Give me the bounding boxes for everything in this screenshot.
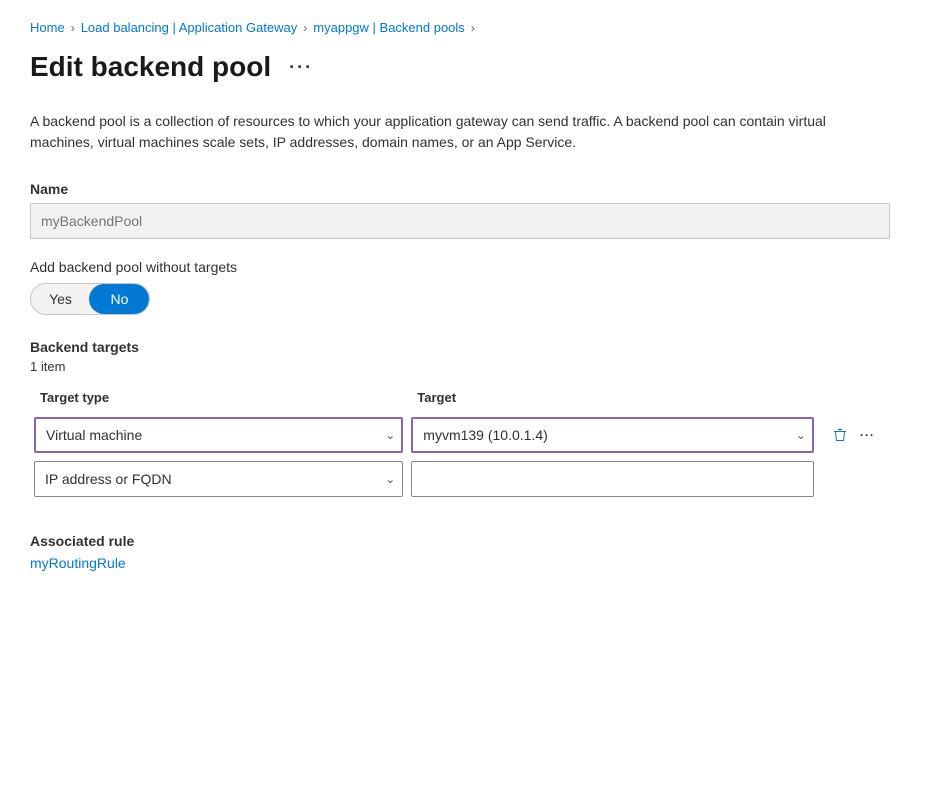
breadcrumb-sep-2: › [303,21,307,35]
target-type-wrapper-1: Virtual machine IP address or FQDN App S… [34,417,403,453]
description-text: A backend pool is a collection of resour… [30,111,890,153]
page-title: Edit backend pool [30,51,271,83]
toggle-control[interactable]: Yes No [30,283,150,315]
col-header-actions [818,384,890,413]
more-button-1[interactable]: ··· [856,424,879,446]
target-type-wrapper-2: IP address or FQDN Virtual machine App S… [34,461,403,497]
associated-rule-section: Associated rule myRoutingRule [30,533,911,571]
target-type-select-1[interactable]: Virtual machine IP address or FQDN App S… [34,417,403,453]
name-input[interactable] [30,203,890,239]
target-type-cell-2: IP address or FQDN Virtual machine App S… [30,457,407,501]
associated-rule-label: Associated rule [30,533,911,549]
breadcrumb-load-balancing[interactable]: Load balancing | Application Gateway [81,20,298,35]
target-input-2[interactable] [411,461,814,497]
backend-targets-title: Backend targets [30,339,911,355]
breadcrumb: Home › Load balancing | Application Gate… [30,20,911,35]
breadcrumb-sep-3: › [471,21,475,35]
target-cell-2 [407,457,818,501]
backend-targets-section: Backend targets 1 item Target type Targe… [30,339,911,501]
action-cell-1: ··· [818,413,890,457]
routing-rule-link[interactable]: myRoutingRule [30,555,126,571]
breadcrumb-sep-1: › [71,21,75,35]
breadcrumb-home[interactable]: Home [30,20,65,35]
delete-icon [832,427,848,443]
table-row: IP address or FQDN Virtual machine App S… [30,457,890,501]
breadcrumb-backend-pools[interactable]: myappgw | Backend pools [313,20,465,35]
action-cell-2 [818,457,890,501]
toggle-yes[interactable]: Yes [31,284,90,314]
target-type-cell-1: Virtual machine IP address or FQDN App S… [30,413,407,457]
table-row: Virtual machine IP address or FQDN App S… [30,413,890,457]
delete-button-1[interactable] [828,423,852,447]
row-actions-1: ··· [822,423,886,447]
targets-table: Target type Target Virtual machine IP ad… [30,384,890,501]
col-header-target-type: Target type [30,384,407,413]
page-header: Edit backend pool ··· [30,51,911,83]
backend-targets-count: 1 item [30,359,911,374]
target-cell-1: myvm139 (10.0.1.4) ⌄ [407,413,818,457]
toggle-no[interactable]: No [90,284,149,314]
toggle-label: Add backend pool without targets [30,259,911,275]
name-label: Name [30,181,911,197]
target-type-select-2[interactable]: IP address or FQDN Virtual machine App S… [34,461,403,497]
header-ellipsis-button[interactable]: ··· [283,55,319,80]
target-select-1[interactable]: myvm139 (10.0.1.4) [411,417,814,453]
target-wrapper-1: myvm139 (10.0.1.4) ⌄ [411,417,814,453]
toggle-section: Add backend pool without targets Yes No [30,259,911,315]
name-form-section: Name [30,181,911,239]
col-header-target: Target [407,384,818,413]
